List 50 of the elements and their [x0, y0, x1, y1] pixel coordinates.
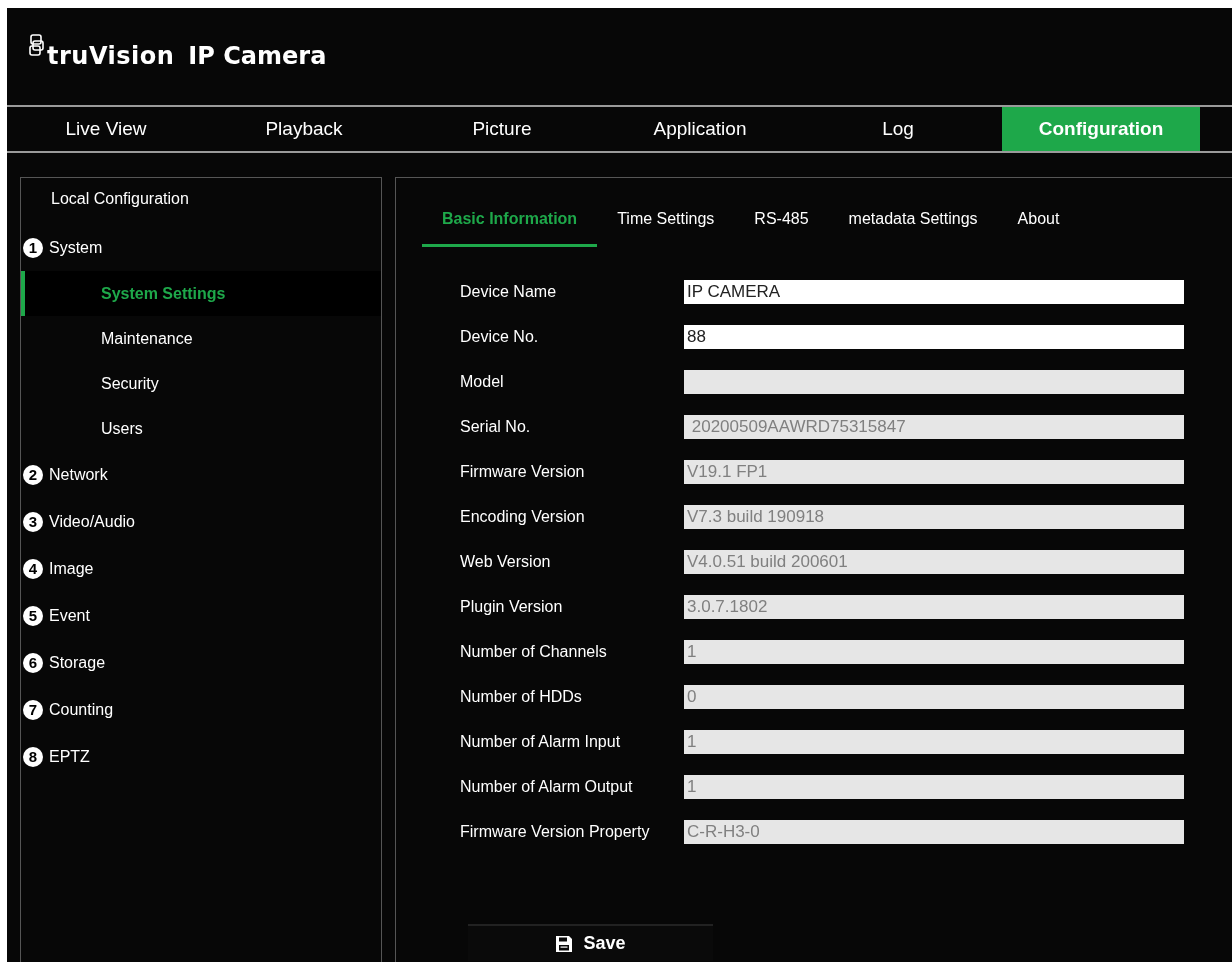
callout-number: 1	[23, 237, 43, 258]
field-label: Number of HDDs	[460, 687, 583, 706]
input-field[interactable]: IP CAMERA	[684, 279, 1184, 304]
input-field[interactable]: 88	[684, 324, 1184, 349]
sub-tab[interactable]: RS-485	[734, 198, 829, 247]
nav-tab[interactable]: Picture	[403, 107, 601, 151]
field-label: Encoding Version	[460, 507, 586, 526]
field-label: Number of Alarm Output	[460, 777, 634, 796]
logo-icon	[29, 33, 45, 56]
save-icon	[555, 934, 574, 953]
field-label: Plugin Version	[460, 597, 564, 616]
sidebar-item[interactable]: Counting	[49, 700, 114, 719]
callout-number: 5	[23, 605, 43, 626]
field-label: Number of Channels	[460, 642, 608, 661]
callout-number: 2	[23, 464, 43, 485]
sub-tab[interactable]: Basic Information	[422, 198, 598, 247]
sidebar-subitem[interactable]: System Settings	[21, 271, 381, 316]
sub-tab[interactable]: Time Settings	[597, 198, 735, 247]
callout-number: 6	[23, 652, 43, 673]
callout-number: 3	[23, 511, 43, 532]
sub-tab[interactable]: About	[997, 198, 1080, 247]
logo-text: truVision	[47, 41, 175, 70]
field-label: Device No.	[460, 327, 540, 346]
sidebar-item[interactable]: System	[49, 238, 103, 257]
field-label: Device Name	[460, 282, 558, 301]
sidebar-item[interactable]: Image	[49, 559, 94, 578]
nav-tab[interactable]: Application	[601, 107, 799, 151]
nav-tab[interactable]: Log	[799, 107, 997, 151]
field-label: Firmware Version	[460, 462, 586, 481]
sidebar-subitem[interactable]: Maintenance	[21, 316, 381, 361]
sidebar-item[interactable]: Video/Audio	[49, 512, 135, 531]
field-label: Web Version	[460, 552, 552, 571]
field-label: Firmware Version Property	[460, 822, 651, 841]
callout-number: 8	[23, 746, 43, 767]
field-label: Model	[460, 372, 505, 391]
sidebar-item[interactable]: Storage	[49, 653, 106, 672]
sidebar-title[interactable]: Local Configuration	[21, 190, 381, 214]
sidebar-subitem[interactable]: Users	[21, 406, 381, 451]
field-label: Number of Alarm Input	[460, 732, 622, 751]
sidebar-subitem[interactable]: Security	[21, 361, 381, 406]
nav-tab[interactable]: Playback	[205, 107, 403, 151]
sidebar-item[interactable]: Event	[49, 606, 90, 625]
callout-number: 4	[23, 558, 43, 579]
sub-tab[interactable]: metadata Settings	[828, 198, 998, 247]
app-title: IP Camera	[188, 41, 327, 70]
sidebar-item[interactable]: Network	[49, 465, 108, 484]
nav-tab[interactable]: Live View	[7, 107, 205, 151]
callout-number: 7	[23, 699, 43, 720]
field-label: Serial No.	[460, 417, 532, 436]
sidebar-item[interactable]: EPTZ	[49, 747, 90, 766]
